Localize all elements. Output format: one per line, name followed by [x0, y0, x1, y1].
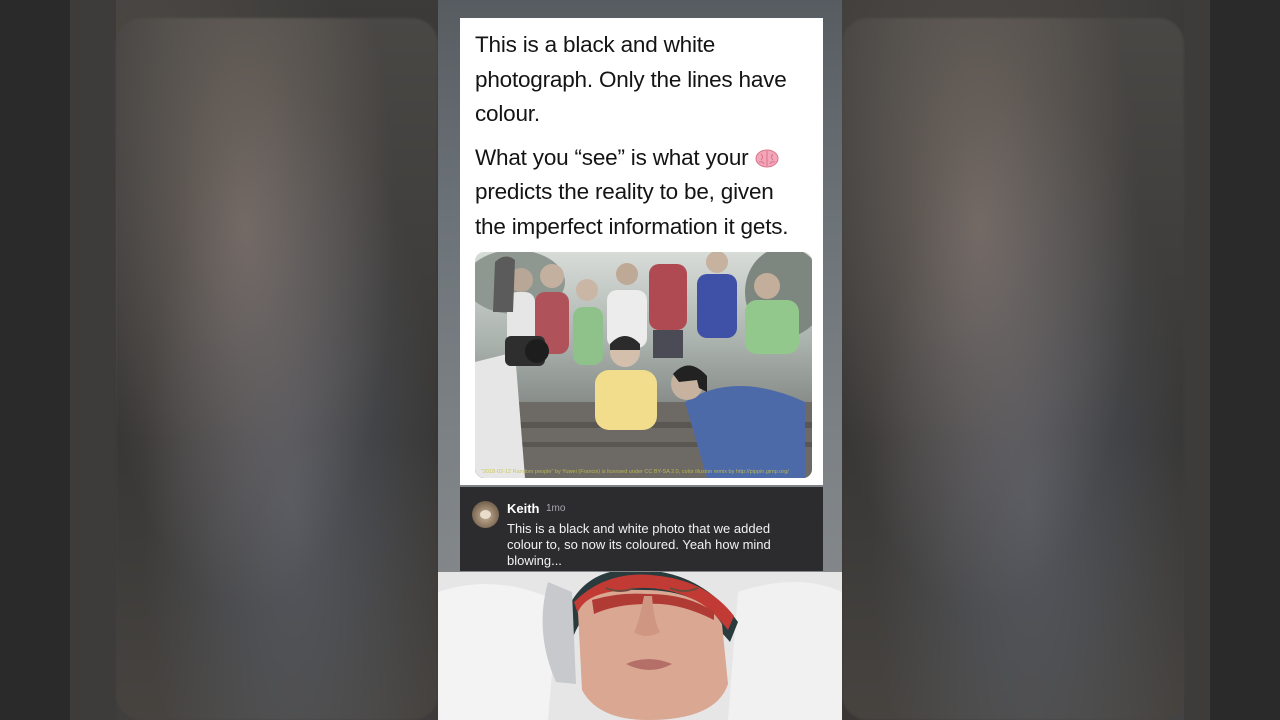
video-frame[interactable]: This is a black and white photograph. On…	[438, 0, 842, 720]
comment-card: Keith 1mo This is a black and white phot…	[460, 487, 823, 571]
background-edge	[0, 0, 70, 720]
post-text: This is a black and white photograph. On…	[475, 28, 810, 253]
brain-icon	[755, 144, 779, 167]
photo-credit: "2018-02-12 Random people" by Yuwei (Fra…	[481, 469, 789, 475]
blurred-background-right	[842, 0, 1280, 720]
face-cam	[438, 572, 842, 720]
post-paragraph-2-start: What you “see” is what your	[475, 144, 749, 170]
background-edge	[1210, 0, 1280, 720]
post-photo[interactable]: "2018-02-12 Random people" by Yuwei (Fra…	[475, 252, 812, 478]
avatar[interactable]	[472, 501, 499, 528]
blurred-photo-right	[842, 18, 1184, 720]
post-card: This is a black and white photograph. On…	[460, 18, 823, 485]
comment-text: This is a black and white photo that we …	[507, 521, 771, 568]
blurred-background-left	[0, 0, 438, 720]
post-paragraph-2: What you “see” is what your predicts the…	[475, 141, 810, 245]
post-paragraph-2-end: predicts the reality to be, given the im…	[475, 179, 789, 239]
blurred-photo-left	[116, 18, 438, 720]
post-paragraph-1: This is a black and white photograph. On…	[475, 32, 787, 126]
comment-timestamp: 1mo	[546, 503, 566, 514]
background-strip	[1184, 0, 1210, 720]
background-strip	[70, 0, 116, 720]
comment-author[interactable]: Keith	[507, 501, 540, 516]
